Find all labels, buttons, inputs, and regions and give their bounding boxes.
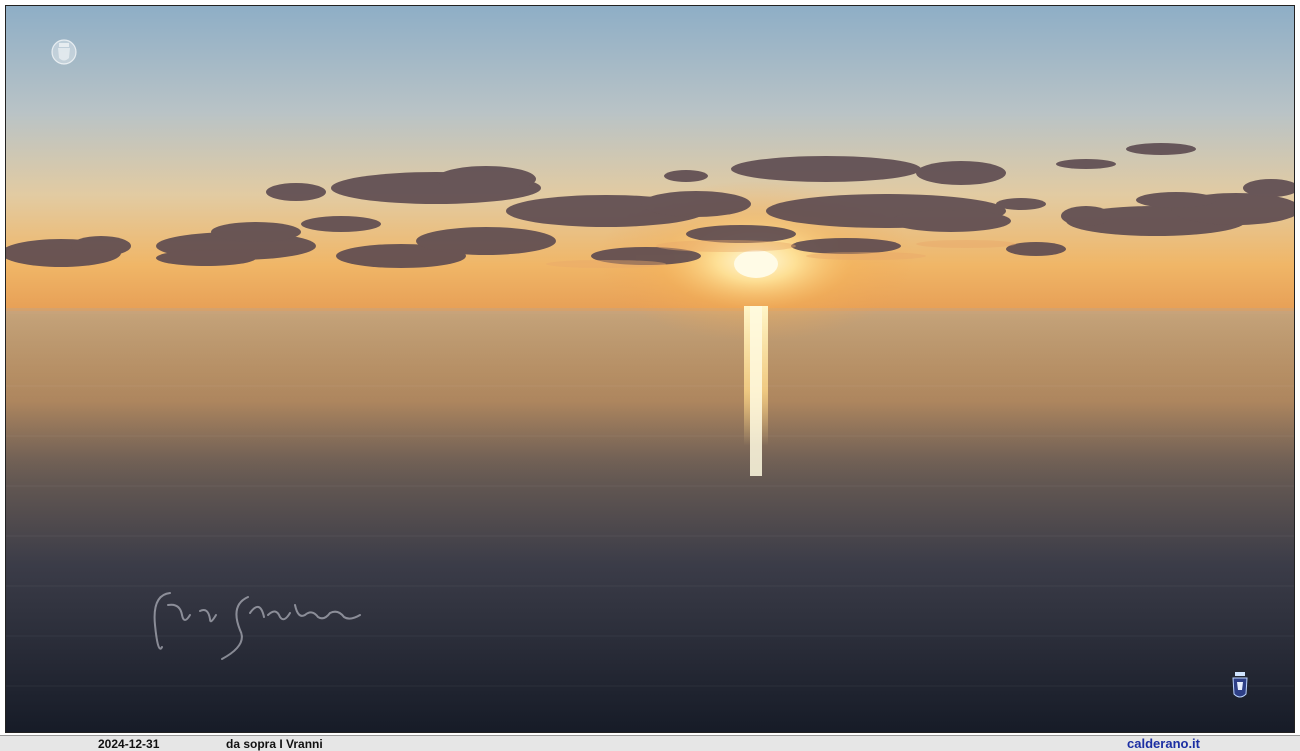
sun-reflection-core — [750, 306, 762, 476]
sun — [734, 250, 778, 278]
signature-watermark — [150, 585, 375, 665]
knight-icon — [1230, 670, 1250, 702]
site-link[interactable]: calderano.it — [1127, 736, 1200, 751]
photo-date: 2024-12-31 — [98, 737, 160, 751]
sea-warm-band — [6, 321, 1294, 481]
photo-caption: da sopra I Vranni — [226, 737, 323, 751]
crest-icon — [50, 38, 78, 68]
footer-bar: 2024-12-31 da sopra I Vranni calderano.i… — [0, 735, 1300, 751]
photo-frame — [0, 0, 1300, 751]
